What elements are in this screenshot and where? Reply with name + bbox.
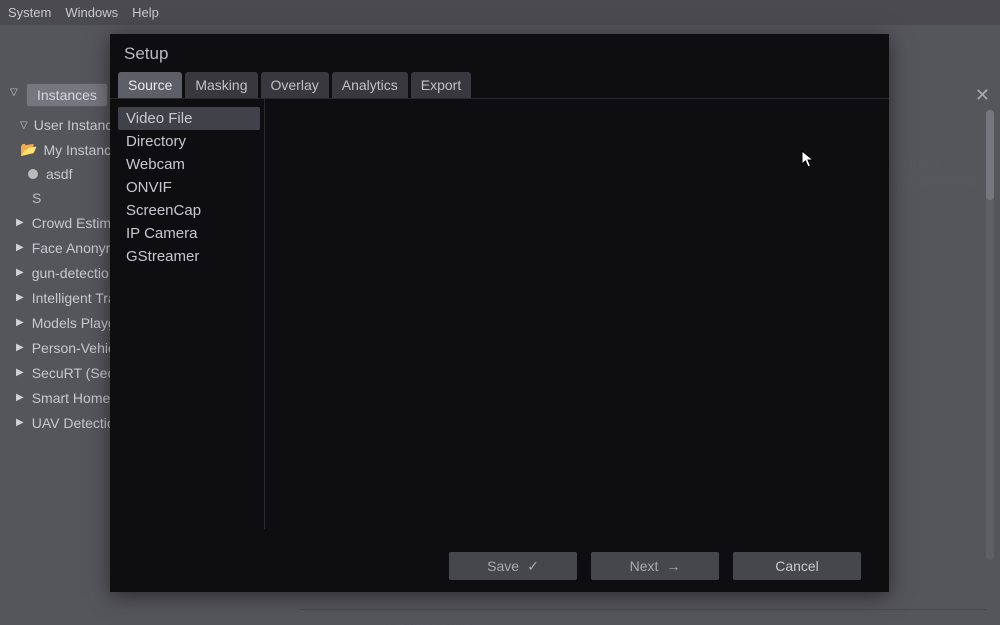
tab-overlay[interactable]: Overlay (261, 72, 329, 98)
menu-windows[interactable]: Windows (65, 5, 118, 20)
setup-modal: Setup Source Masking Overlay Analytics E… (110, 34, 889, 592)
modal-title: Setup (110, 34, 889, 72)
toggle-down-icon[interactable]: ▽ (10, 87, 18, 98)
menu-bar: System Windows Help (0, 0, 1000, 25)
tab-masking[interactable]: Masking (185, 72, 257, 98)
play-icon: ▶ (16, 342, 24, 353)
modal-content-pane (265, 99, 889, 529)
sidebar-item-label: UAV Detection (32, 415, 123, 431)
scrollbar-thumb[interactable] (986, 110, 994, 200)
source-webcam[interactable]: Webcam (118, 153, 260, 176)
play-icon: ▶ (16, 417, 24, 428)
instance-asdf-label: asdf (46, 166, 72, 182)
sidebar-item-label: Face Anonym (32, 240, 118, 256)
play-icon: ▶ (16, 217, 24, 228)
tab-export[interactable]: Export (411, 72, 471, 98)
source-onvif[interactable]: ONVIF (118, 176, 260, 199)
folder-icon: 📂 (20, 141, 37, 158)
next-label: Next (630, 558, 659, 574)
sidebar-item-label: gun-detectio (32, 265, 109, 281)
play-icon: ▶ (16, 292, 24, 303)
status-circle-icon (28, 169, 38, 179)
sidebar-item-label: Crowd Estima (32, 215, 119, 231)
triangle-down-icon: ▽ (20, 120, 28, 131)
play-icon: ▶ (16, 367, 24, 378)
modal-body: Video File Directory Webcam ONVIF Screen… (110, 99, 889, 529)
modal-footer: Save ✓ Next → Cancel (449, 552, 861, 580)
sidebar-item-label: Smart Home (32, 390, 111, 406)
play-icon: ▶ (16, 242, 24, 253)
cancel-button[interactable]: Cancel (733, 552, 861, 580)
source-ip-camera[interactable]: IP Camera (118, 222, 260, 245)
menu-system[interactable]: System (8, 5, 51, 20)
source-screencap[interactable]: ScreenCap (118, 199, 260, 222)
play-icon: ▶ (16, 267, 24, 278)
modal-tabs: Source Masking Overlay Analytics Export (110, 72, 889, 99)
source-video-file[interactable]: Video File (118, 107, 260, 130)
arrow-right-icon: → (666, 558, 680, 574)
tab-source[interactable]: Source (118, 72, 182, 98)
source-list: Video File Directory Webcam ONVIF Screen… (110, 99, 265, 529)
next-button[interactable]: Next → (591, 552, 719, 580)
instances-button[interactable]: Instances (26, 83, 108, 107)
check-icon: ✓ (527, 558, 539, 575)
save-label: Save (487, 558, 519, 574)
source-directory[interactable]: Directory (118, 130, 260, 153)
close-icon[interactable]: ✕ (975, 85, 990, 106)
menu-help[interactable]: Help (132, 5, 159, 20)
play-icon: ▶ (16, 392, 24, 403)
bg-solution-demos2: Solution Demos (300, 609, 986, 625)
play-icon: ▶ (16, 317, 24, 328)
save-button[interactable]: Save ✓ (449, 552, 577, 580)
source-gstreamer[interactable]: GStreamer (118, 245, 260, 268)
cancel-label: Cancel (775, 558, 819, 574)
tab-analytics[interactable]: Analytics (332, 72, 408, 98)
